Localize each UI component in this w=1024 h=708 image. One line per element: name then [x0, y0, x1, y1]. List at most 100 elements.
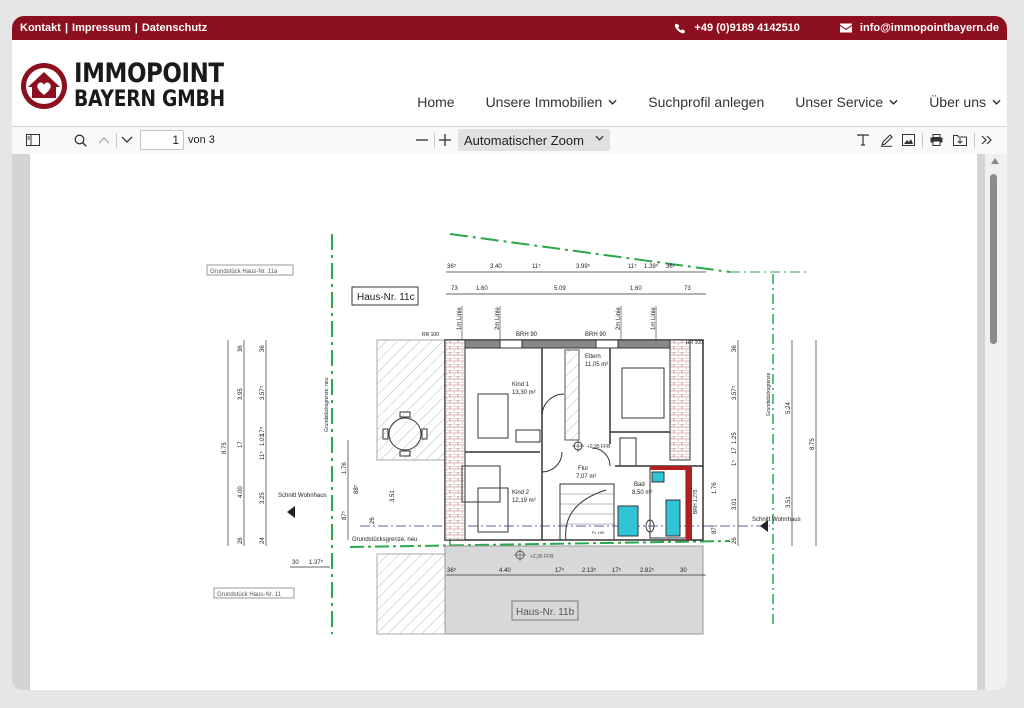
line-label: 2m Linie	[616, 307, 622, 330]
impressum-link[interactable]: Impressum	[72, 22, 131, 34]
separator: |	[64, 22, 69, 34]
phone-number: +49 (0)9189 4142510	[694, 22, 800, 34]
dim-right: 26	[732, 537, 738, 544]
rr-label: RR 100	[422, 332, 439, 338]
kontakt-link[interactable]: Kontakt	[20, 22, 61, 34]
search-icon[interactable]	[73, 133, 87, 147]
page-count: von 3	[188, 134, 215, 146]
dim-bottom: 2.13⁵	[582, 567, 597, 574]
draw-tool-icon[interactable]	[879, 133, 893, 147]
chevron-down-icon	[608, 99, 617, 105]
main-nav: Home Unsere Immobilien Suchprofil anlege…	[417, 94, 1001, 110]
grundstueck-top: Grundstück Haus-Nr. 11a	[210, 269, 278, 275]
brh-bad-label: BRH 1,275	[693, 489, 699, 514]
dim-top: 1.39⁵	[644, 263, 659, 270]
dim-right: 87⁵	[711, 524, 718, 534]
brand-text: IMMOPOINT BAYERN GMBH	[74, 60, 252, 111]
fl-label: FL 100	[592, 530, 605, 535]
section-label: Schnitt Wohnhaus	[278, 493, 327, 499]
dim-right: 1.76	[712, 482, 718, 494]
house-label: Haus-Nr. 11c	[357, 292, 415, 303]
legal-links: Kontakt | Impressum | Datenschutz	[20, 22, 207, 34]
zoom-in-icon[interactable]	[438, 133, 452, 147]
sidebar-toggle-icon[interactable]	[26, 133, 40, 147]
dim-left: 17⁵	[259, 426, 266, 436]
boundary-label: Grundstücksgrenze, neu	[324, 377, 330, 432]
contact-info: +49 (0)9189 4142510 info@immopointbayern…	[675, 22, 999, 34]
zoom-select[interactable]: Automatischer Zoom	[458, 129, 610, 151]
room-area: 12,19 m²	[512, 498, 536, 504]
pdf-toolbar: 1 von 3 Automatischer Zoom	[12, 127, 1007, 155]
phone-link[interactable]: +49 (0)9189 4142510	[675, 22, 800, 34]
section-label: Schnitt Wohnhaus	[752, 517, 801, 523]
more-tools-icon[interactable]	[980, 133, 994, 147]
room-name: Kind 1	[512, 382, 530, 388]
house-below-label: Haus-Nr. 11b	[516, 607, 575, 618]
brh-label: BRH 90	[585, 332, 607, 338]
dim-right: 1⁵	[731, 460, 738, 466]
dim-top: 1.60	[630, 286, 642, 292]
nav-label: Unser Service	[795, 94, 884, 110]
nav-unsere-immobilien[interactable]: Unsere Immobilien	[486, 94, 618, 110]
nav-unser-service[interactable]: Unser Service	[795, 94, 898, 110]
separator: |	[134, 22, 138, 34]
nav-label: Unsere Immobilien	[485, 94, 603, 110]
next-page-icon[interactable]	[120, 133, 134, 147]
ffb-label: +2,95 FFB	[587, 444, 611, 450]
mail-icon	[839, 23, 852, 33]
dim-bottom: 17⁵	[555, 567, 565, 574]
text-tool-icon[interactable]	[856, 133, 870, 147]
room-name: Kind 2	[512, 490, 530, 496]
grundstueck-bottom: Grundstück Haus-Nr. 11	[217, 592, 282, 598]
nav-home[interactable]: Home	[417, 94, 454, 110]
scroll-up-icon[interactable]	[991, 158, 999, 164]
dim-misc: 87⁵	[341, 510, 348, 520]
nav-suchprofil[interactable]: Suchprofil anlegen	[648, 94, 764, 110]
dim-top: 11⁵	[532, 263, 541, 270]
toolbar-divider	[922, 133, 923, 148]
dim-misc: 88⁵	[353, 484, 360, 494]
image-tool-icon[interactable]	[901, 133, 915, 147]
download-icon[interactable]	[953, 133, 967, 147]
previous-page-icon[interactable]	[97, 133, 111, 147]
pdf-viewer[interactable]: Haus-Nr. 11b Haus-Nr. 11c Grundstück Hau…	[12, 154, 1007, 690]
dim-top: 11⁵	[628, 263, 637, 270]
brand-logo[interactable]: IMMOPOINT BAYERN GMBH	[20, 60, 252, 111]
email-link[interactable]: info@immopointbayern.de	[839, 22, 999, 34]
rr-label: RR 100	[686, 340, 703, 346]
page-number-input[interactable]: 1	[140, 130, 184, 150]
line-label: 2m Linie	[495, 307, 501, 330]
nav-ueber-uns[interactable]: Über uns	[929, 94, 1001, 110]
dim-left: 24	[260, 537, 266, 544]
chevron-down-icon	[992, 99, 1001, 105]
dim-top: 36⁵	[447, 263, 457, 270]
pdf-page: Haus-Nr. 11b Haus-Nr. 11c Grundstück Hau…	[30, 154, 977, 690]
scrollbar-thumb[interactable]	[990, 174, 997, 344]
dim-right: 3.51	[786, 496, 792, 508]
vertical-scrollbar[interactable]	[985, 154, 1007, 690]
dim-right: 3.01	[732, 498, 738, 510]
print-icon[interactable]	[929, 133, 943, 147]
dim-top: 5.09	[554, 286, 566, 292]
site-header: IMMOPOINT BAYERN GMBH Home Unsere Immobi…	[12, 40, 1007, 127]
brh-label: BRH 90	[516, 332, 538, 338]
dim-top: 1.60	[476, 286, 488, 292]
dim-left: 17	[238, 441, 244, 448]
room-name: Eltern	[585, 354, 601, 360]
ffb-below-label: +2,95 FFB	[530, 554, 554, 560]
phone-icon	[675, 23, 686, 33]
top-contact-bar: Kontakt | Impressum | Datenschutz +49 (0…	[12, 16, 1007, 40]
datenschutz-link[interactable]: Datenschutz	[142, 22, 207, 34]
dim-top: 73	[451, 286, 458, 292]
dim-top: 3.40	[490, 264, 502, 270]
browser-page: Kontakt | Impressum | Datenschutz +49 (0…	[12, 16, 1007, 690]
email-address: info@immopointbayern.de	[859, 22, 999, 34]
zoom-out-icon[interactable]	[415, 133, 429, 147]
nav-label: Über uns	[929, 94, 986, 110]
boundary-label: Grundstücksgrenze	[766, 372, 772, 416]
dim-right: 17	[732, 447, 738, 454]
dim-left: 11⁵	[259, 451, 266, 460]
dim-top: 36⁵	[666, 263, 676, 270]
dim-left: 8.75	[222, 442, 228, 454]
dim-left: 36	[238, 345, 244, 352]
